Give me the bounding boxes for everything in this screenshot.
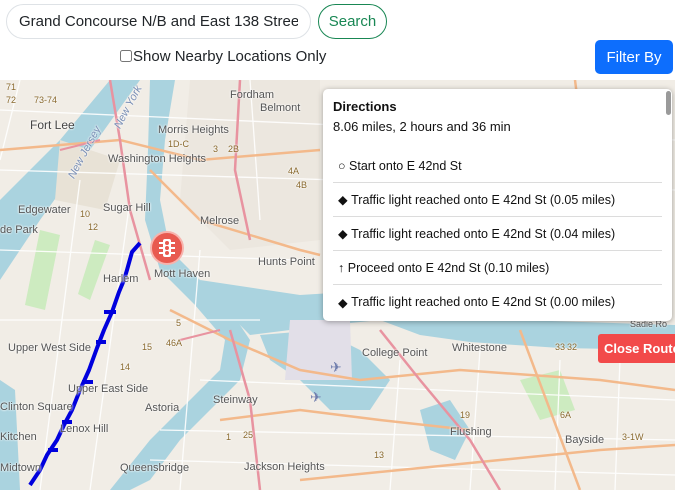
map-label: Jackson Heights [244,461,325,473]
nearby-locations-toggle[interactable]: Show Nearby Locations Only [120,46,326,66]
search-button[interactable]: Search [318,4,387,39]
map-label: Clinton Square [0,401,73,413]
search-input[interactable] [6,4,311,39]
road-label: 12 [88,222,99,232]
traffic-light-icon[interactable] [150,231,184,265]
road-label: 71 [6,82,17,92]
road-label: 15 [142,342,153,352]
map-label: Harlem [103,273,139,285]
map-label: Whitestone [452,342,508,354]
road-label: 13 [374,450,385,460]
map-label: Belmont [260,102,301,114]
diamond-icon: ◆ [338,295,348,310]
close-route-button[interactable]: Close Route [598,334,675,363]
direction-step[interactable]: ○ Start onto E 42nd St [333,149,662,183]
traffic-light-glyph [159,239,175,257]
road-label: 6A [560,410,572,420]
directions-title: Directions [333,99,397,114]
map-label: Morris Heights [158,124,229,136]
map-label: Melrose [200,215,240,227]
road-label: 19 [460,410,471,420]
map-label: Upper West Side [8,342,91,354]
direction-step[interactable]: ◆ Traffic light reached onto E 42nd St (… [333,217,662,251]
map-label: Lenox Hill [60,423,109,435]
step-text: Traffic light reached onto E 42nd St (0.… [351,226,616,241]
directions-steps: ○ Start onto E 42nd St ◆ Traffic light r… [333,149,662,319]
map-label: Midtown [0,462,41,474]
nearby-checkbox[interactable] [120,50,132,62]
road-label: 46A [166,338,183,348]
top-toolbar: Search Show Nearby Locations Only Filter… [0,0,675,80]
road-label: 14 [120,362,131,372]
nearby-label: Show Nearby Locations Only [133,47,327,65]
road-label: 33 [555,342,566,352]
svg-text:✈: ✈ [330,360,342,376]
road-label: 3 [213,144,219,154]
step-text: Start onto E 42nd St [349,158,462,173]
map-label: Astoria [145,402,180,414]
map-label: Queensbridge [120,462,190,474]
map-label: Flushing [450,426,492,438]
road-label: 1D-C [168,139,190,149]
map-label: Hunts Point [258,256,315,268]
road-label: 32 [567,342,578,352]
road-label: 5 [176,318,182,328]
diamond-icon: ◆ [338,193,348,207]
map-label: de Park [0,224,38,236]
road-label: 4A [288,166,300,176]
directions-panel[interactable]: Directions 8.06 miles, 2 hours and 36 mi… [323,89,672,321]
road-label: 10 [80,209,91,219]
map-label: Mott Haven [154,268,211,280]
road-label: 4B [296,180,308,190]
map-label: Washington Heights [108,153,207,165]
filter-by-button[interactable]: Filter By [595,40,673,74]
step-text: Traffic light reached onto E 42nd St (0.… [351,295,616,309]
start-icon: ○ [338,158,346,173]
map-label: Bayside [565,434,605,446]
road-label: 25 [243,430,254,440]
map-label: Kitchen [0,431,37,443]
map-label: College Point [362,347,428,359]
road-label: 2B [228,144,240,154]
direction-step[interactable]: ◆ Traffic light reached onto E 42nd St (… [333,183,662,217]
direction-step[interactable]: ◆ Traffic light reached onto E 42nd St (… [333,285,662,319]
map-label: Fordham [230,89,275,101]
road-label: 1 [226,432,232,442]
direction-step[interactable]: ↑ Proceed onto E 42nd St (0.10 miles) [333,251,662,285]
svg-text:✈: ✈ [310,390,322,406]
map-label: Fort Lee [30,118,75,132]
diamond-icon: ◆ [338,227,348,241]
map-label: Edgewater [18,204,71,216]
step-text: Proceed onto E 42nd St (0.10 miles) [347,260,550,275]
directions-summary: 8.06 miles, 2 hours and 36 min [333,119,511,134]
map-label: Sugar Hill [103,202,151,214]
step-text: Traffic light reached onto E 42nd St (0.… [351,192,616,207]
directions-scrollbar[interactable] [666,91,671,115]
arrow-up-icon: ↑ [338,260,345,275]
road-label: 73-74 [34,95,58,105]
road-label: 72 [6,95,17,105]
map-label: Upper East Side [68,383,149,395]
map-label: Steinway [213,394,258,406]
road-label: 3-1W [622,432,644,442]
